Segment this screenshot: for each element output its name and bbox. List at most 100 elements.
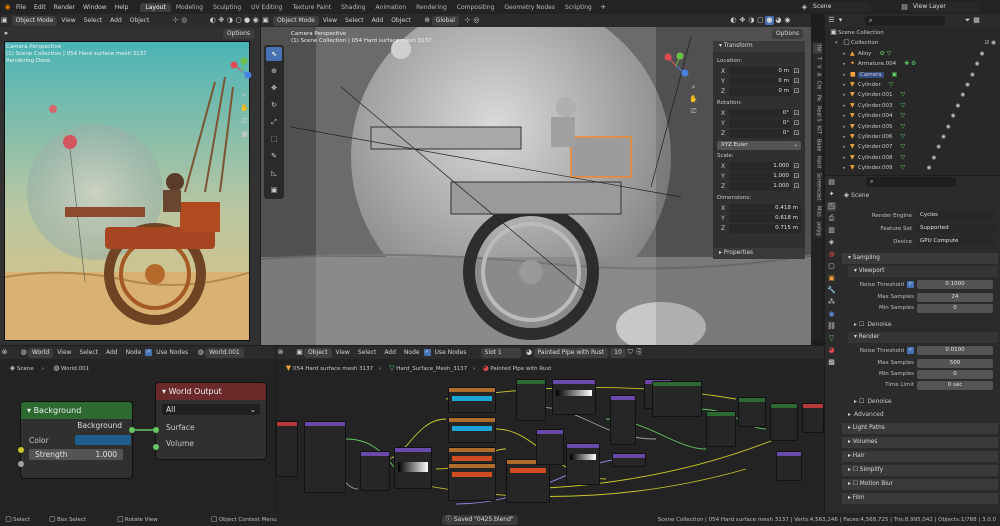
sidebar-tab-real-s[interactable]: Real S [812,103,822,124]
sidebar-tab-pa[interactable]: Pa [812,92,822,103]
outliner-item[interactable]: ▸ ▼ Cylinder.009 ▽ ◉ [829,163,996,173]
sidebar-tab-a[interactable]: A [812,71,822,79]
menu-help[interactable]: Help [111,4,133,11]
left-menu-select[interactable]: Select [80,17,107,24]
gizmo-icon[interactable]: ✥ [217,16,226,25]
render-subheader[interactable]: ▾ Render [848,332,998,343]
expand-icon[interactable]: ▸ [843,49,850,59]
blender-logo-icon[interactable]: ◉ [3,3,12,12]
main-camera-icon[interactable]: ⎚ [689,107,698,116]
lock-icon[interactable]: ⊡ [792,129,801,138]
left-menu-view[interactable]: View [57,17,79,24]
eye-icon[interactable]: ◉ [932,153,937,163]
use-nodes-checkbox[interactable]: ✓ [423,349,431,356]
outliner-search-input[interactable]: ⌕ [865,15,945,26]
viewport-min-samples-field[interactable]: 0 [917,303,993,313]
expand-icon[interactable]: ▸ [843,122,850,132]
shader-type-select[interactable]: Object [304,347,332,358]
eye-icon[interactable]: ◉ [960,90,965,100]
sidebar-tab-create[interactable]: Cre [812,79,822,92]
tool-toggle-icon[interactable]: ▸ [2,29,11,38]
main-mode-select[interactable]: Object Mode [273,15,319,26]
zoom-icon[interactable]: ⌕ [240,91,249,100]
shader-node[interactable] [506,459,550,503]
surface-input-socket[interactable] [153,427,159,433]
constraints-tab-icon[interactable]: ⛓ [827,322,836,331]
sidebar-tab-item[interactable]: Ite [812,43,822,54]
device-select[interactable]: GPU Compute [916,237,996,246]
overlay-icon[interactable]: ◑ [226,16,235,25]
rotation-y-field[interactable]: 0° [729,118,792,128]
shader-menu-add[interactable]: Add [380,349,400,356]
measure-tool-icon[interactable]: ◺ [266,166,282,180]
tab-uv-editing[interactable]: UV Editing [246,3,287,12]
main-zoom-icon[interactable]: ⌕ [689,83,698,92]
viewport-denoise-row[interactable]: ▸ ☐ Denoise [842,319,998,329]
shader-node[interactable] [652,381,702,417]
expand-icon[interactable]: ▸ [843,111,850,121]
left-nav-gizmo[interactable] [228,57,256,87]
collection-tab-icon[interactable]: ▢ [827,262,836,271]
material-name-field[interactable]: Painted Pipe with Rust [533,347,609,358]
location-z-field[interactable]: 0 m [729,86,792,96]
world-node-canvas[interactable]: ◈ Scene › ◍ World.001 ▾ Background Backgro… [0,359,275,513]
main-nav-gizmo[interactable] [661,51,691,83]
shader-menu-view[interactable]: View [332,349,354,356]
menu-window[interactable]: Window [79,4,111,11]
eye-icon[interactable]: ◉ [936,142,941,152]
eye-icon[interactable]: ◉ [970,70,975,80]
background-node-header[interactable]: ▾ Background [21,402,132,419]
lock-icon[interactable]: ⊡ [792,119,801,128]
visibility-icon[interactable]: ◐ [208,16,217,25]
outliner-item[interactable]: ▸ ▼ Cylinder.008 ▽ ◉ [829,153,996,163]
world-menu-node[interactable]: Node [122,349,146,356]
viewport-max-samples-field[interactable]: 24 [917,292,993,302]
sidebar-tab-hard[interactable]: Hard [812,154,822,171]
strength-input-socket[interactable] [18,461,24,467]
eye-icon[interactable]: ◉ [965,80,970,90]
main-shading-material-icon[interactable]: ◕ [774,16,783,25]
annotate-tool-icon[interactable]: ✎ [266,149,282,163]
editor-type-icon[interactable]: ▣ [0,16,9,25]
slot-select[interactable]: Slot 1 [480,347,521,358]
location-x-field[interactable]: 0 m [729,66,792,76]
eye-icon[interactable]: ◉ [956,101,961,111]
lock-icon[interactable]: ⊡ [792,77,801,86]
shader-node[interactable] [566,443,600,485]
rotate-tool-icon[interactable]: ↻ [266,98,282,112]
feature-set-select[interactable]: Supported [916,224,996,233]
shader-node[interactable] [516,379,546,421]
properties-editor-icon[interactable]: ▤ [827,178,836,187]
shader-node[interactable] [706,411,736,447]
color-swatch[interactable] [74,435,131,445]
left-viewport[interactable]: ▸ Options Camera Perspective (1) Scene C… [0,27,260,345]
sidebar-tab-view[interactable]: V [812,62,822,70]
eye-icon[interactable]: ◉ [975,59,980,69]
fake-user-icon[interactable]: ⛉ [626,348,635,357]
sidebar-tab-bake[interactable]: Bake [812,137,822,154]
render-tab-icon[interactable]: ◳ [827,202,836,211]
tab-sculpting[interactable]: Sculpting [208,3,246,12]
eye-icon[interactable]: ◉ [946,122,951,132]
outliner-item[interactable]: ▸ ▼ Cylinder.004 ▽ ◉ [829,111,996,121]
material-output-node[interactable] [802,403,824,433]
main-viewport[interactable]: Camera Perspective (1) Scene Collection … [261,27,811,345]
lock-icon[interactable]: ⊡ [792,172,801,181]
main-visibility-icon[interactable]: ◐ [729,16,738,25]
world-output-node-header[interactable]: ▾ World Output [156,383,266,400]
eye-icon[interactable]: ◉ [980,49,985,59]
world-output-target-select[interactable]: All ⌄ [162,404,260,415]
ortho-toggle-icon[interactable]: ▦ [240,130,249,139]
physics-tab-icon[interactable]: ◉ [827,310,836,319]
world-name-field[interactable]: World.001 [205,347,244,358]
volumes-header[interactable]: ▸ Volumes [842,437,998,448]
node-editor-icon[interactable]: ⊗ [0,348,9,357]
expand-icon[interactable]: ▸ [843,163,850,173]
scene-collection-row[interactable]: ▣Scene Collection [829,28,996,38]
main-menu-select[interactable]: Select [341,17,368,24]
world-menu-add[interactable]: Add [102,349,122,356]
main-options-button[interactable]: Options [771,29,803,39]
shading-solid-icon[interactable]: ● [243,16,252,25]
view-layer-tab-icon[interactable]: ▥ [827,226,836,235]
dimension-x-field[interactable]: 0.418 m [729,203,801,213]
